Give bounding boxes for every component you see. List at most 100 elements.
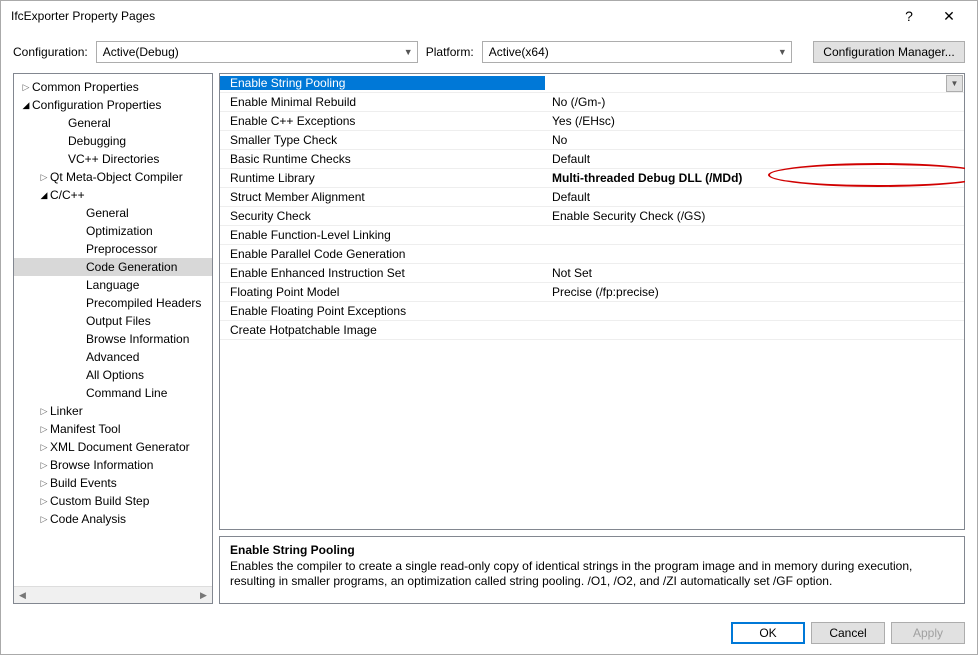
tree-item-language[interactable]: Language	[14, 276, 212, 294]
tree-arrow-closed-icon[interactable]: ▷	[38, 514, 50, 525]
grid-row-basic-runtime-checks[interactable]: Basic Runtime ChecksDefault	[220, 150, 964, 169]
tree-item-vc-directories[interactable]: VC++ Directories	[14, 150, 212, 168]
description-box: Enable String Pooling Enables the compil…	[219, 536, 965, 604]
configuration-label: Configuration:	[13, 45, 88, 59]
property-grid[interactable]: Enable String Pooling Enable Minimal Rebu…	[220, 74, 964, 529]
grid-property-value[interactable]: Precise (/fp:precise)	[546, 285, 964, 299]
tree-item-precompiled-headers[interactable]: Precompiled Headers	[14, 294, 212, 312]
grid-property-value[interactable]: Not Set	[546, 266, 964, 280]
tree-item-optimization[interactable]: Optimization	[14, 222, 212, 240]
tree-item-manifest-tool[interactable]: ▷Manifest Tool	[14, 420, 212, 438]
tree-item-label: Precompiled Headers	[86, 296, 201, 310]
tree-item-label: Debugging	[68, 134, 126, 148]
grid-row-struct-member-alignment[interactable]: Struct Member AlignmentDefault	[220, 188, 964, 207]
grid-cell-dropdown-button[interactable]: ▼	[946, 75, 963, 92]
grid-row-enable-c-exceptions[interactable]: Enable C++ ExceptionsYes (/EHsc)	[220, 112, 964, 131]
cancel-button[interactable]: Cancel	[811, 622, 885, 644]
tree-arrow-closed-icon[interactable]: ▷	[38, 442, 50, 453]
grid-property-label: Security Check	[220, 209, 546, 223]
titlebar: IfcExporter Property Pages ? ✕	[1, 1, 977, 31]
tree-item-label: Configuration Properties	[32, 98, 161, 112]
tree-item-common-properties[interactable]: ▷Common Properties	[14, 78, 212, 96]
tree-arrow-open-icon[interactable]: ◢	[20, 100, 32, 111]
tree-item-debugging[interactable]: Debugging	[14, 132, 212, 150]
config-row: Configuration: Active(Debug) ▼ Platform:…	[1, 31, 977, 73]
description-title: Enable String Pooling	[230, 543, 954, 557]
grid-row-floating-point-model[interactable]: Floating Point ModelPrecise (/fp:precise…	[220, 283, 964, 302]
grid-property-value[interactable]: Default	[546, 152, 964, 166]
scroll-left-icon[interactable]: ◀	[14, 590, 31, 601]
tree-item-label: Build Events	[50, 476, 117, 490]
grid-property-label: Enable String Pooling	[220, 76, 546, 90]
platform-dropdown[interactable]: Active(x64) ▼	[482, 41, 792, 63]
tree-item-all-options[interactable]: All Options	[14, 366, 212, 384]
grid-row-enable-parallel-code-generation[interactable]: Enable Parallel Code Generation	[220, 245, 964, 264]
tree-item-label: Custom Build Step	[50, 494, 149, 508]
tree-item-command-line[interactable]: Command Line	[14, 384, 212, 402]
tree-item-c-c-[interactable]: ◢C/C++	[14, 186, 212, 204]
tree-item-label: XML Document Generator	[50, 440, 190, 454]
tree-item-custom-build-step[interactable]: ▷Custom Build Step	[14, 492, 212, 510]
grid-property-label: Enable Parallel Code Generation	[220, 247, 546, 261]
tree-arrow-closed-icon[interactable]: ▷	[38, 478, 50, 489]
tree-item-linker[interactable]: ▷Linker	[14, 402, 212, 420]
tree-arrow-closed-icon[interactable]: ▷	[38, 460, 50, 471]
tree-item-label: All Options	[86, 368, 144, 382]
tree-arrow-closed-icon[interactable]: ▷	[38, 496, 50, 507]
apply-button[interactable]: Apply	[891, 622, 965, 644]
grid-property-value[interactable]: Yes (/EHsc)	[546, 114, 964, 128]
tree-arrow-closed-icon[interactable]: ▷	[38, 172, 50, 183]
grid-row-security-check[interactable]: Security CheckEnable Security Check (/GS…	[220, 207, 964, 226]
grid-property-value[interactable]: Multi-threaded Debug DLL (/MDd)	[546, 171, 964, 185]
tree-item-code-generation[interactable]: Code Generation	[14, 258, 212, 276]
grid-property-value[interactable]: Enable Security Check (/GS)	[546, 209, 964, 223]
grid-property-label: Smaller Type Check	[220, 133, 546, 147]
tree-arrow-open-icon[interactable]: ◢	[38, 190, 50, 201]
tree-item-label: Code Analysis	[50, 512, 126, 526]
grid-row-enable-enhanced-instruction-set[interactable]: Enable Enhanced Instruction SetNot Set	[220, 264, 964, 283]
grid-row-smaller-type-check[interactable]: Smaller Type CheckNo	[220, 131, 964, 150]
tree-arrow-closed-icon[interactable]: ▷	[38, 424, 50, 435]
configuration-manager-button[interactable]: Configuration Manager...	[813, 41, 965, 63]
tree-arrow-closed-icon[interactable]: ▷	[20, 82, 32, 93]
tree-item-qt-meta-object-compiler[interactable]: ▷Qt Meta-Object Compiler	[14, 168, 212, 186]
property-tree[interactable]: ▷Common Properties◢Configuration Propert…	[14, 74, 212, 586]
tree-item-browse-information[interactable]: Browse Information	[14, 330, 212, 348]
tree-item-label: Browse Information	[86, 332, 189, 346]
tree-item-xml-document-generator[interactable]: ▷XML Document Generator	[14, 438, 212, 456]
horizontal-scrollbar[interactable]: ◀ ▶	[14, 586, 212, 603]
tree-item-code-analysis[interactable]: ▷Code Analysis	[14, 510, 212, 528]
grid-property-value[interactable]: No	[546, 133, 964, 147]
tree-item-preprocessor[interactable]: Preprocessor	[14, 240, 212, 258]
tree-item-build-events[interactable]: ▷Build Events	[14, 474, 212, 492]
tree-item-general[interactable]: General	[14, 114, 212, 132]
grid-property-label: Enable Enhanced Instruction Set	[220, 266, 546, 280]
grid-row-enable-string-pooling[interactable]: Enable String Pooling	[220, 74, 964, 93]
tree-arrow-closed-icon[interactable]: ▷	[38, 406, 50, 417]
ok-button[interactable]: OK	[731, 622, 805, 644]
grid-row-enable-floating-point-exceptions[interactable]: Enable Floating Point Exceptions	[220, 302, 964, 321]
close-button[interactable]: ✕	[929, 8, 969, 25]
help-button[interactable]: ?	[889, 8, 929, 24]
tree-item-browse-information[interactable]: ▷Browse Information	[14, 456, 212, 474]
tree-item-output-files[interactable]: Output Files	[14, 312, 212, 330]
tree-item-general[interactable]: General	[14, 204, 212, 222]
grid-property-value[interactable]: No (/Gm-)	[546, 95, 964, 109]
tree-item-label: Preprocessor	[86, 242, 157, 256]
description-text: Enables the compiler to create a single …	[230, 559, 954, 589]
configuration-dropdown[interactable]: Active(Debug) ▼	[96, 41, 418, 63]
tree-item-configuration-properties[interactable]: ◢Configuration Properties	[14, 96, 212, 114]
scroll-right-icon[interactable]: ▶	[195, 590, 212, 601]
tree-item-label: Advanced	[86, 350, 139, 364]
grid-property-label: Enable Minimal Rebuild	[220, 95, 546, 109]
grid-row-enable-function-level-linking[interactable]: Enable Function-Level Linking	[220, 226, 964, 245]
chevron-down-icon: ▼	[778, 47, 787, 57]
grid-row-runtime-library[interactable]: Runtime LibraryMulti-threaded Debug DLL …	[220, 169, 964, 188]
grid-row-create-hotpatchable-image[interactable]: Create Hotpatchable Image	[220, 321, 964, 340]
grid-row-enable-minimal-rebuild[interactable]: Enable Minimal RebuildNo (/Gm-)	[220, 93, 964, 112]
tree-item-label: Linker	[50, 404, 83, 418]
tree-item-label: Browse Information	[50, 458, 153, 472]
tree-item-advanced[interactable]: Advanced	[14, 348, 212, 366]
configuration-value: Active(Debug)	[103, 45, 179, 59]
grid-property-value[interactable]: Default	[546, 190, 964, 204]
